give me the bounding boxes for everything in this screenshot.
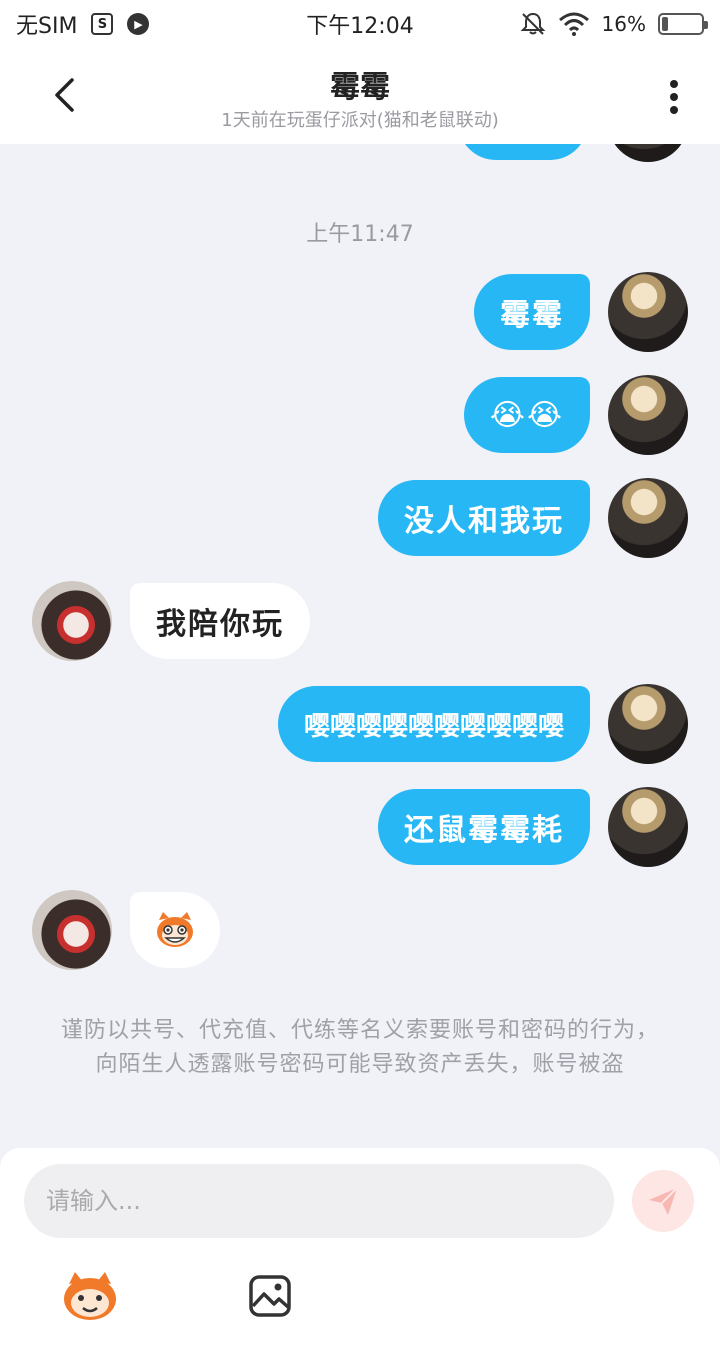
message-bubble-outgoing[interactable]: 还鼠霉霉耗 xyxy=(378,789,590,865)
message-timestamp: 上午11:47 xyxy=(306,222,414,247)
status-bar: 无SIM S ▶ 下午12:04 16% xyxy=(0,0,720,48)
battery-percent: 16% xyxy=(601,12,646,36)
self-avatar[interactable] xyxy=(608,684,688,764)
more-vertical-icon xyxy=(670,80,678,114)
emoji-sticker-button[interactable] xyxy=(60,1266,120,1326)
chat-subtitle: 1天前在玩蛋仔派对(猫和老鼠联动) xyxy=(221,110,499,131)
input-panel xyxy=(0,1148,720,1356)
send-button[interactable] xyxy=(632,1170,694,1232)
chat-area[interactable]: 上午11:47 霉霉 😭😭 没人和我玩 我陪你玩 嘤嘤嘤嘤嘤嘤嘤嘤嘤嘤 还鼠霉霉… xyxy=(0,144,720,1148)
image-button[interactable] xyxy=(240,1266,300,1326)
message-input[interactable] xyxy=(24,1164,614,1238)
self-avatar[interactable] xyxy=(608,787,688,867)
image-icon xyxy=(249,1275,291,1317)
peer-avatar[interactable] xyxy=(32,890,112,970)
message-bubble-incoming[interactable]: 我陪你玩 xyxy=(130,583,310,659)
bell-muted-icon xyxy=(520,12,545,35)
status-time: 下午12:04 xyxy=(306,14,414,39)
message-bubble-incoming[interactable] xyxy=(130,892,220,968)
wifi-icon xyxy=(558,12,589,36)
play-icon: ▶ xyxy=(127,13,150,35)
previous-message-bubble xyxy=(458,144,588,160)
more-options-button[interactable] xyxy=(654,72,694,122)
peer-avatar[interactable] xyxy=(32,581,112,661)
message-bubble-outgoing[interactable]: 没人和我玩 xyxy=(378,480,590,556)
self-avatar[interactable] xyxy=(608,144,688,162)
sticker-face-icon xyxy=(64,1272,116,1320)
s-app-icon: S xyxy=(91,13,114,35)
chat-header: 霉霉 1天前在玩蛋仔派对(猫和老鼠联动) xyxy=(0,48,720,144)
security-notice: 谨防以共号、代充值、代练等名义索要账号和密码的行为，向陌生人透露账号密码可能导致… xyxy=(60,1018,659,1077)
send-icon xyxy=(649,1187,678,1215)
message-bubble-outgoing[interactable]: 😭😭 xyxy=(463,377,590,453)
battery-level xyxy=(662,17,668,31)
message-bubble-outgoing[interactable]: 嘤嘤嘤嘤嘤嘤嘤嘤嘤嘤 xyxy=(277,686,590,762)
chat-title: 霉霉 xyxy=(330,70,390,105)
message-bubble-outgoing[interactable]: 霉霉 xyxy=(474,274,590,350)
cat-face-sticker-icon xyxy=(157,912,193,947)
self-avatar[interactable] xyxy=(608,478,688,558)
battery-icon xyxy=(658,13,708,35)
sim-status: 无SIM xyxy=(16,14,78,39)
self-avatar[interactable] xyxy=(608,375,688,455)
self-avatar[interactable] xyxy=(608,272,688,352)
